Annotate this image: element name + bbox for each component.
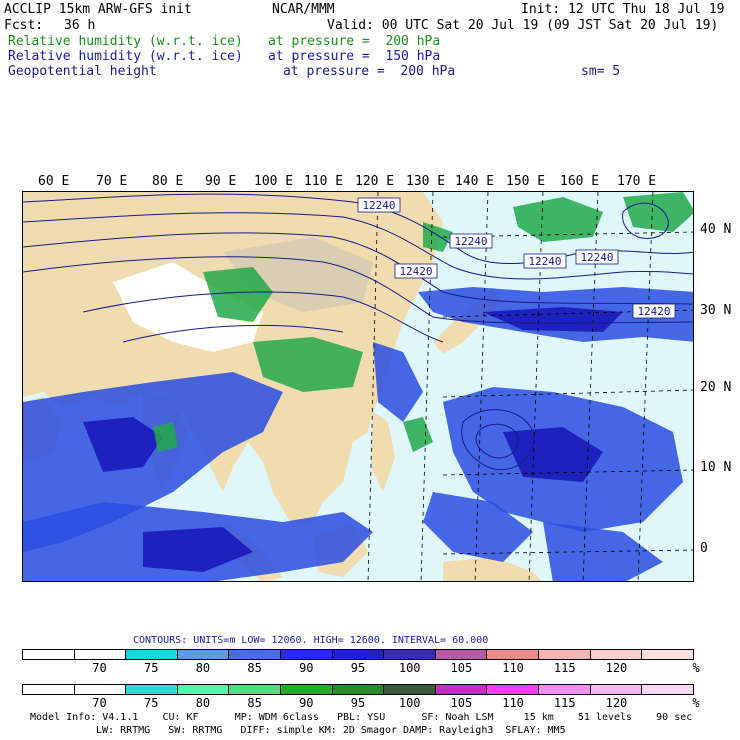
lon-label: 120 E	[355, 174, 395, 189]
colorbar-cell	[23, 685, 75, 694]
contour-label: 12240	[528, 255, 561, 268]
lon-label: 150 E	[506, 174, 546, 189]
colorbar-tick-label: 105	[450, 696, 473, 710]
colorbar-tick-label: 80	[195, 696, 211, 710]
model-info-line2: LW: RRTMG SW: RRTMG DIFF: simple KM: 2D …	[96, 725, 566, 736]
lon-label: 130 E	[406, 174, 446, 189]
colorbar-tick-label: 75	[143, 661, 159, 675]
colorbar-tick-label: 70	[92, 696, 107, 710]
colorbar-cell	[281, 650, 333, 659]
colorbar-tick-label: 90	[299, 661, 314, 675]
colorbar-cell	[384, 650, 436, 659]
colorbar-tick-label: 110	[502, 696, 524, 710]
field-1-level: at pressure = 200 hPa	[268, 34, 441, 49]
contour-label: 12240	[454, 235, 487, 248]
colorbar-tick-label: 120	[605, 696, 628, 710]
colorbar-cell	[74, 650, 127, 659]
colorbar-cell	[487, 685, 540, 694]
colorbar-tick-label: 95	[350, 696, 366, 710]
colorbar-tick-label: 75	[143, 696, 159, 710]
lon-label: 80 E	[152, 174, 184, 189]
colorbar-cell	[435, 650, 488, 659]
colorbar-cell	[74, 685, 127, 694]
colorbar-cell	[126, 685, 178, 694]
colorbar-tick-label: %	[692, 696, 700, 710]
colorbar-cell	[384, 685, 436, 694]
lon-label: 100 E	[254, 174, 294, 189]
lat-label: 10 N	[700, 460, 732, 475]
field-3-level: at pressure = 200 hPa	[283, 64, 456, 79]
field-2-level: at pressure = 150 hPa	[268, 49, 441, 64]
lon-label: 110 E	[304, 174, 344, 189]
colorbar-tick-label: 100	[398, 696, 421, 710]
field-2-name: Relative humidity (w.r.t. ice)	[8, 49, 243, 64]
map-canvas: 12240 12240 12420 12240 12240 12420	[23, 192, 693, 581]
forecast-hours: 36 h	[64, 18, 96, 33]
colorbar-cell	[590, 650, 643, 659]
colorbar-tick-label: 85	[247, 661, 262, 675]
lat-label: 30 N	[700, 303, 732, 318]
colorbar-cell	[177, 650, 230, 659]
lat-label: 40 N	[700, 222, 732, 237]
rh-200hpa-colorbar-ticks: 70 75 80 85 90 95 100 105 110 115 120%	[22, 696, 712, 710]
rh-150hpa-colorbar-ticks: 70 75 80 85 90 95 100 105 110 115 120%	[22, 661, 712, 675]
contours-info: CONTOURS: UNITS=m LOW= 12060. HIGH= 1260…	[133, 635, 489, 646]
colorbar-tick-label: 105	[450, 661, 473, 675]
colorbar-tick-label: 70	[92, 661, 107, 675]
institution-label: NCAR/MMM	[272, 2, 335, 17]
colorbar-cell	[281, 685, 333, 694]
model-title: ACCLIP 15km ARW-GFS init	[4, 2, 192, 17]
contour-label: 12420	[637, 305, 670, 318]
lon-label: 160 E	[560, 174, 600, 189]
colorbar-cell	[177, 685, 230, 694]
contour-label: 12240	[362, 199, 395, 212]
colorbar-cell	[229, 650, 282, 659]
colorbar-cell	[487, 650, 540, 659]
colorbar-tick-label: %	[692, 661, 700, 675]
colorbar-tick-label: 95	[350, 661, 366, 675]
colorbar-cell	[332, 650, 385, 659]
lon-label: 90 E	[205, 174, 237, 189]
smoothing-label: sm= 5	[581, 64, 621, 79]
colorbar-cell	[590, 685, 643, 694]
colorbar-tick-label: 115	[553, 696, 576, 710]
lat-label: 20 N	[700, 380, 732, 395]
colorbar-cell	[642, 685, 693, 694]
init-time: Init: 12 UTC Thu 18 Jul 19	[521, 2, 725, 17]
forecast-label: Fcst:	[4, 18, 44, 33]
colorbar-cell	[229, 685, 282, 694]
colorbar-cell	[435, 685, 488, 694]
contour-label: 12420	[399, 265, 432, 278]
colorbar-tick-label: 85	[247, 696, 262, 710]
rh-200hpa-colorbar	[22, 684, 694, 695]
contour-label: 12240	[580, 251, 613, 264]
colorbar-cell	[539, 685, 591, 694]
field-1-name: Relative humidity (w.r.t. ice)	[8, 34, 243, 49]
colorbar-tick-label: 120	[605, 661, 628, 675]
colorbar-cell	[332, 685, 385, 694]
valid-time: Valid: 00 UTC Sat 20 Jul 19 (09 JST Sat …	[327, 18, 719, 33]
lon-label: 60 E	[38, 174, 70, 189]
colorbar-tick-label: 110	[502, 661, 524, 675]
lon-label: 170 E	[617, 174, 657, 189]
lon-label: 70 E	[96, 174, 128, 189]
colorbar-cell	[642, 650, 693, 659]
colorbar-tick-label: 115	[553, 661, 576, 675]
colorbar-cell	[126, 650, 178, 659]
weather-map: 12240 12240 12420 12240 12240 12420	[22, 191, 694, 582]
lon-label: 140 E	[455, 174, 495, 189]
lat-label: 0	[700, 541, 708, 556]
model-info-line1: Model Info: V4.1.1 CU: KF MP: WDM 6class…	[30, 712, 693, 723]
colorbar-tick-label: 80	[195, 661, 211, 675]
rh-150hpa-colorbar	[22, 649, 694, 660]
colorbar-cell	[23, 650, 75, 659]
field-3-name: Geopotential height	[8, 64, 157, 79]
colorbar-tick-label: 90	[299, 696, 314, 710]
colorbar-cell	[539, 650, 591, 659]
colorbar-tick-label: 100	[398, 661, 421, 675]
